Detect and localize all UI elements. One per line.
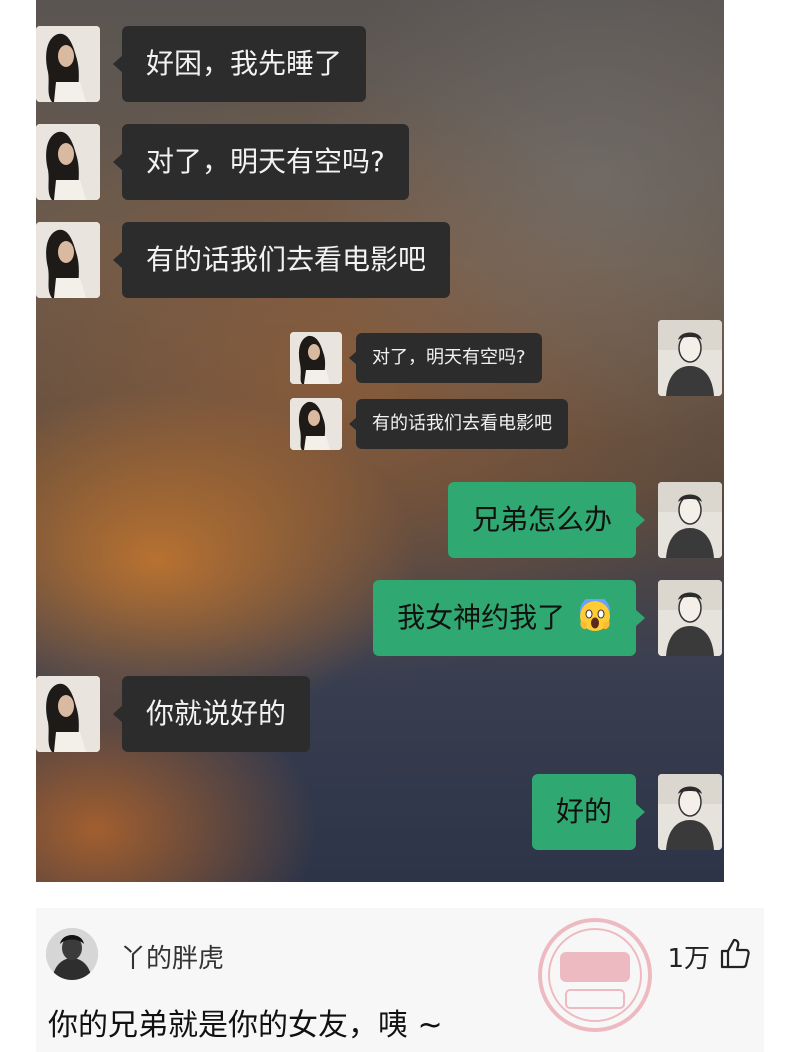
chat-bubble: 我女神约我了 xyxy=(373,580,645,656)
girl-avatar-icon xyxy=(36,124,100,200)
girl-avatar-icon xyxy=(290,398,342,450)
commenter-avatar-icon[interactable] xyxy=(46,928,98,980)
chat-bubble: 好的 xyxy=(531,774,646,850)
boy-avatar-icon xyxy=(658,482,722,558)
comment-username[interactable]: 丫的胖虎 xyxy=(120,938,224,975)
chat-message-left: 好困，我先睡了 xyxy=(36,26,367,102)
chat-message-right: 好的 xyxy=(531,774,722,850)
girl-avatar-icon xyxy=(36,26,100,102)
chat-message-right: 我女神约我了 xyxy=(373,580,722,656)
chat-bubble: 有的话我们去看电影吧 xyxy=(112,222,451,298)
boy-avatar-icon xyxy=(658,580,722,656)
chat-bubble: 兄弟怎么办 xyxy=(447,482,646,558)
girl-avatar-icon xyxy=(36,222,100,298)
face-screaming-in-fear-icon xyxy=(580,599,610,631)
girl-avatar-icon xyxy=(290,332,342,384)
forwarded-message: 有的话我们去看电影吧 xyxy=(290,398,568,450)
forwarded-message: 对了，明天有空吗? xyxy=(290,332,542,384)
like-count: 1万 xyxy=(667,944,710,974)
boy-avatar-icon xyxy=(658,774,722,850)
chat-message-left: 你就说好的 xyxy=(36,676,311,752)
stamp-logo-icon xyxy=(538,918,652,1032)
chat-bubble: 对了，明天有空吗? xyxy=(113,124,409,200)
chat-screenshot: 好困，我先睡了 对了，明天有空吗? 有的话我们去看电影吧 对了，明天有空吗? 有… xyxy=(36,0,724,882)
thumbs-up-icon[interactable] xyxy=(718,936,752,970)
chat-bubble: 你就说好的 xyxy=(112,676,311,752)
boy-avatar-icon xyxy=(658,320,722,396)
chat-message-left: 有的话我们去看电影吧 xyxy=(36,222,451,298)
chat-message-right: 兄弟怎么办 xyxy=(447,482,722,558)
chat-bubble-text: 我女神约我了 xyxy=(397,601,566,634)
chat-message-left: 对了，明天有空吗? xyxy=(36,124,409,200)
girl-avatar-icon xyxy=(36,676,100,752)
forwarded-bubble: 有的话我们去看电影吧 xyxy=(349,399,568,449)
comment-text: 你的兄弟就是你的女友，咦 ~ xyxy=(48,1008,443,1043)
chat-bubble: 好困，我先睡了 xyxy=(112,26,367,102)
comment-card: 丫的胖虎 1万 你的兄弟就是你的女友，咦 ~ xyxy=(36,908,764,1052)
forwarded-bubble: 对了，明天有空吗? xyxy=(349,333,542,383)
